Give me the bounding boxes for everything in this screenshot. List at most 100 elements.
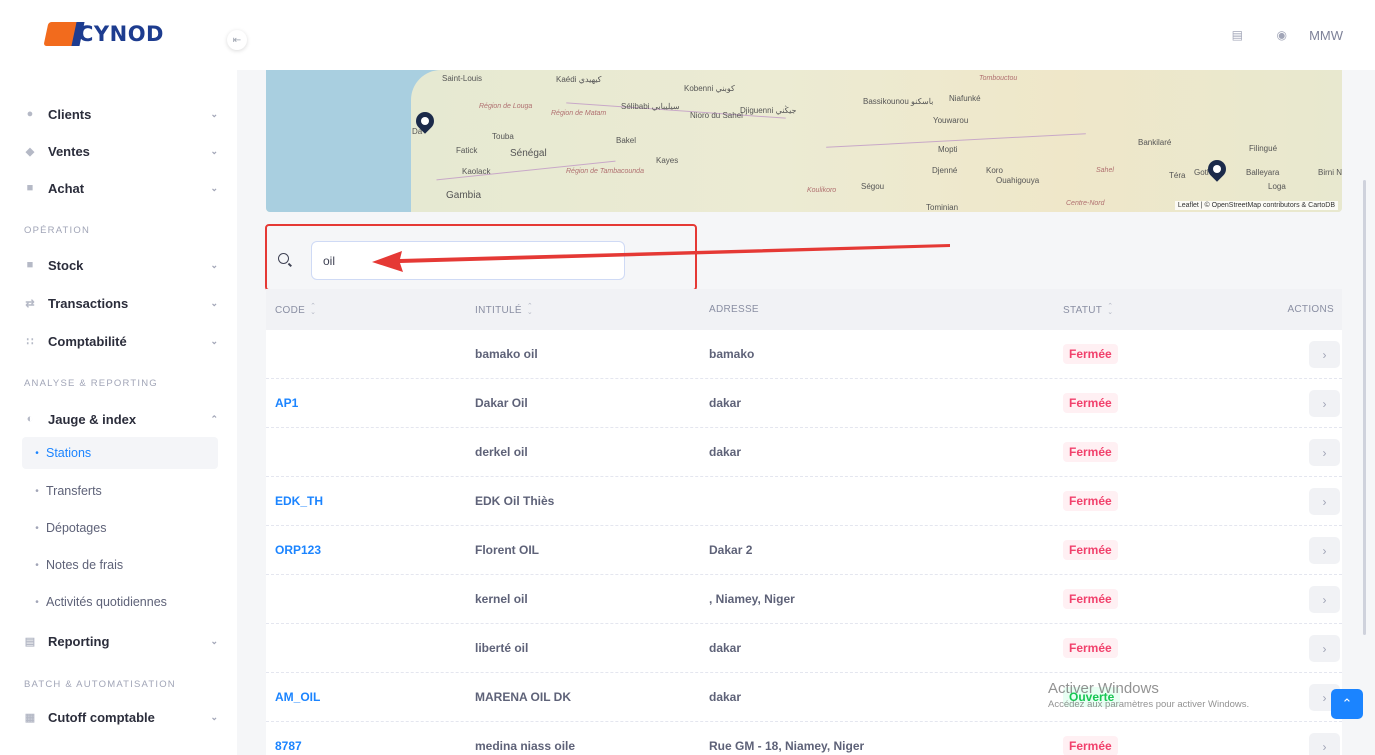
column-header-name[interactable]: INTITULÉ ⌃ ⌄: [475, 303, 534, 316]
map-label: Djiguenni جيڭني: [740, 106, 797, 115]
chevron-right-icon: ›: [1322, 347, 1327, 362]
help-icon[interactable]: ◉: [1277, 28, 1287, 42]
cell-name: EDK Oil Thiès: [475, 494, 555, 508]
sidebar-sub-item-transferts[interactable]: • Transferts: [28, 475, 218, 507]
cell-address: Rue GM - 18, Niamey, Niger: [709, 739, 865, 753]
sidebar-item-stock[interactable]: ■ Stock ⌄: [22, 250, 218, 280]
row-action-button[interactable]: ›: [1309, 537, 1340, 564]
cell-name: Florent OIL: [475, 543, 539, 557]
cart-icon: ◆: [25, 145, 35, 158]
sidebar-item-transactions[interactable]: ⇄ Transactions ⌄: [22, 288, 218, 318]
table-row[interactable]: ORP123 Florent OIL Dakar 2 Fermée ›: [266, 526, 1342, 575]
map-label: Touba: [492, 132, 514, 141]
sidebar-sub-item-label: Activités quotidiennes: [46, 595, 167, 609]
map-label: Ouahigouya: [996, 176, 1040, 185]
sidebar-item-jauge-index[interactable]: ◐ Jauge & index ⌃: [22, 404, 218, 434]
scrollbar[interactable]: [1363, 180, 1366, 635]
bullet-icon: •: [35, 559, 39, 571]
section-title-analysis: ANALYSE & REPORTING: [24, 378, 158, 389]
sidebar-collapse-button[interactable]: ⇤: [227, 30, 247, 50]
grid-icon: ∷: [26, 335, 34, 348]
map-label: Kayes: [656, 156, 679, 165]
scroll-top-button[interactable]: ⌃: [1331, 689, 1363, 719]
sidebar-sub-item-stations[interactable]: • Stations: [22, 437, 218, 469]
sidebar-sub-item-depotages[interactable]: • Dépotages: [28, 512, 218, 544]
map-label: Niafunké: [949, 94, 981, 103]
box-icon: ■: [26, 259, 34, 271]
column-header-address: ADRESSE: [709, 304, 759, 315]
row-action-button[interactable]: ›: [1309, 341, 1340, 368]
sidebar-item-cutoff-comptable[interactable]: ▦ Cutoff comptable ⌄: [22, 702, 218, 732]
chevron-right-icon: ›: [1322, 396, 1327, 411]
map-label: Fatick: [456, 146, 478, 155]
user-menu[interactable]: MMW: [1309, 28, 1343, 43]
table-header: CODE ⌃ ⌄ INTITULÉ ⌃ ⌄ ADRESSE STATUT ⌃ ⌄ AC…: [266, 289, 1342, 330]
status-badge: Fermée: [1063, 540, 1118, 560]
table-row[interactable]: bamako oil bamako Fermée ›: [266, 330, 1342, 379]
sidebar-sub-item-label: Stations: [46, 446, 92, 460]
chevron-right-icon: ›: [1322, 641, 1327, 656]
map-label: Djenné: [932, 166, 958, 175]
cell-address: dakar: [709, 396, 742, 410]
cell-code[interactable]: 8787: [275, 739, 302, 753]
gauge-icon: ◐: [26, 413, 34, 425]
chevron-right-icon: ›: [1322, 543, 1327, 558]
map-label: Ségou: [861, 182, 885, 191]
sidebar-item-clients[interactable]: ● Clients ⌄: [22, 99, 218, 129]
row-action-button[interactable]: ›: [1309, 488, 1340, 515]
sort-icon: ⌃ ⌄: [526, 303, 534, 316]
brand-logo[interactable]: CYNOD: [43, 22, 164, 46]
column-header-status[interactable]: STATUT ⌃ ⌄: [1063, 303, 1114, 316]
table-row[interactable]: EDK_TH EDK Oil Thiès Fermée ›: [266, 477, 1342, 526]
notifications-icon[interactable]: ▤: [1232, 28, 1243, 42]
cell-name: bamako oil: [475, 347, 538, 361]
status-badge: Fermée: [1063, 393, 1118, 413]
chevron-down-icon: ⌄: [210, 297, 218, 308]
sidebar-item-achat[interactable]: ■ Achat ⌄: [22, 173, 218, 203]
map-label: Loga: [1268, 182, 1286, 191]
table-row[interactable]: kernel oil , Niamey, Niger Fermée ›: [266, 575, 1342, 624]
sidebar-item-label: Reporting: [48, 633, 110, 649]
row-action-button[interactable]: ›: [1309, 635, 1340, 662]
map-label: Koulikoro: [807, 187, 837, 194]
column-header-code[interactable]: CODE ⌃ ⌄: [275, 303, 317, 316]
cell-code[interactable]: ORP123: [275, 543, 321, 557]
map-label: Sélibabi سيليبابي: [621, 102, 680, 111]
cell-address: bamako: [709, 347, 755, 361]
column-header-label: ACTIONS: [1287, 304, 1334, 315]
chevron-down-icon: ⌄: [210, 145, 218, 156]
table-row[interactable]: derkel oil dakar Fermée ›: [266, 428, 1342, 477]
cell-address: Dakar 2: [709, 543, 753, 557]
map-attribution: Leaflet | © OpenStreetMap contributors &…: [1174, 201, 1338, 210]
row-action-button[interactable]: ›: [1309, 733, 1340, 755]
sidebar-sub-item-notes-de-frais[interactable]: • Notes de frais: [28, 549, 218, 581]
chevron-right-icon: ›: [1322, 592, 1327, 607]
table-row[interactable]: liberté oil dakar Fermée ›: [266, 624, 1342, 673]
sidebar-sub-item-activites-quotidiennes[interactable]: • Activités quotidiennes: [28, 586, 218, 618]
row-action-button[interactable]: ›: [1309, 390, 1340, 417]
stations-map[interactable]: Saint-Louis Kaédi كيهيدي Région de Louga…: [266, 70, 1342, 212]
cell-code[interactable]: AM_OIL: [275, 690, 320, 704]
sidebar-item-comptabilite[interactable]: ∷ Comptabilité ⌄: [22, 326, 219, 356]
sidebar: CYNOD ● Clients ⌄ ◆ Ventes ⌄ ■ Achat ⌄ O…: [0, 0, 237, 755]
cell-code[interactable]: AP1: [275, 396, 298, 410]
cell-code[interactable]: EDK_TH: [275, 494, 323, 508]
table-row[interactable]: 8787 medina niass oile Rue GM - 18, Niamey…: [266, 722, 1342, 755]
cell-name: MARENA OIL DK: [475, 690, 571, 704]
chevron-down-icon: ⌄: [210, 182, 218, 193]
sidebar-sub-item-label: Transferts: [46, 484, 102, 498]
sort-icon: ⌃ ⌄: [1107, 303, 1114, 316]
map-label: Tombouctou: [979, 75, 1018, 82]
sidebar-sub-item-label: Notes de frais: [46, 558, 124, 572]
cell-address: dakar: [709, 445, 742, 459]
sidebar-item-reporting[interactable]: ▤ Reporting ⌄: [22, 626, 218, 656]
row-action-button[interactable]: ›: [1309, 439, 1340, 466]
table-row[interactable]: AP1 Dakar Oil dakar Fermée ›: [266, 379, 1342, 428]
sidebar-item-label: Stock: [48, 257, 84, 273]
chevron-up-icon: ⌃: [210, 413, 218, 424]
row-action-button[interactable]: ›: [1309, 586, 1340, 613]
sidebar-item-ventes[interactable]: ◆ Ventes ⌄: [22, 136, 218, 166]
column-header-label: CODE: [275, 304, 306, 316]
sort-icon: ⌃ ⌄: [310, 303, 317, 316]
chevron-right-icon: ›: [1322, 494, 1327, 509]
